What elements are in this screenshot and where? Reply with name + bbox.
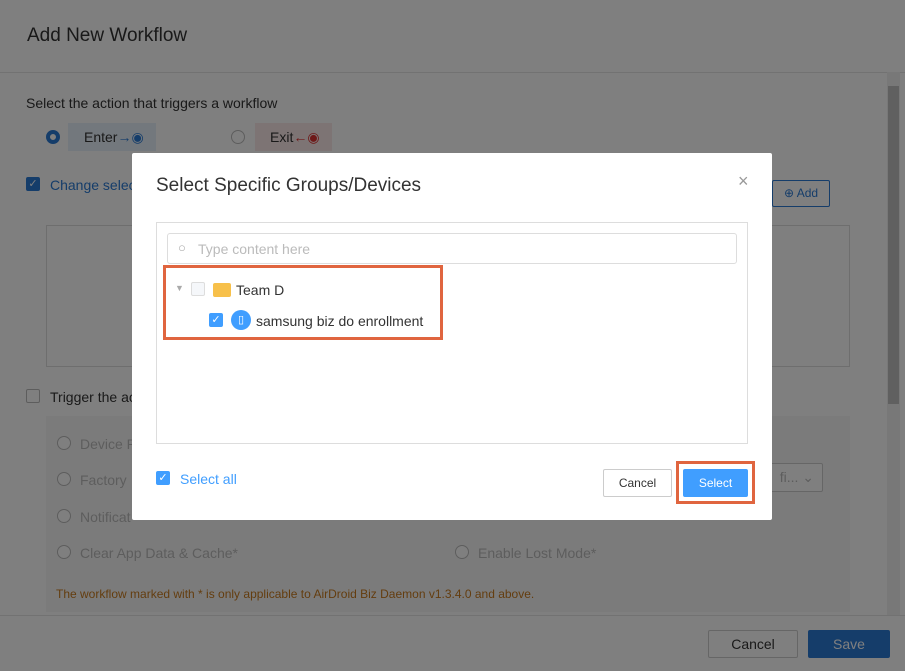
device-checkbox[interactable]: ✓ [209,313,223,327]
phone-icon: ▯ [231,310,251,330]
select-all-label[interactable]: Select all [180,471,237,487]
select-all-checkbox[interactable]: ✓ [156,471,170,485]
select-groups-modal: Select Specific Groups/Devices × ○ Type … [132,153,772,520]
group-label[interactable]: Team D [236,282,284,298]
modal-title: Select Specific Groups/Devices [156,175,422,196]
folder-icon [213,283,231,297]
select-button[interactable]: Select [683,469,748,497]
device-label[interactable]: samsung biz do enrollment [256,313,423,329]
group-checkbox[interactable] [191,282,205,296]
modal-cancel-button[interactable]: Cancel [603,469,672,497]
close-icon[interactable]: × [738,171,749,192]
search-input[interactable]: ○ Type content here [167,233,737,264]
caret-down-icon[interactable]: ▼ [175,283,184,293]
search-icon: ○ [178,240,186,255]
search-placeholder: Type content here [198,241,311,257]
